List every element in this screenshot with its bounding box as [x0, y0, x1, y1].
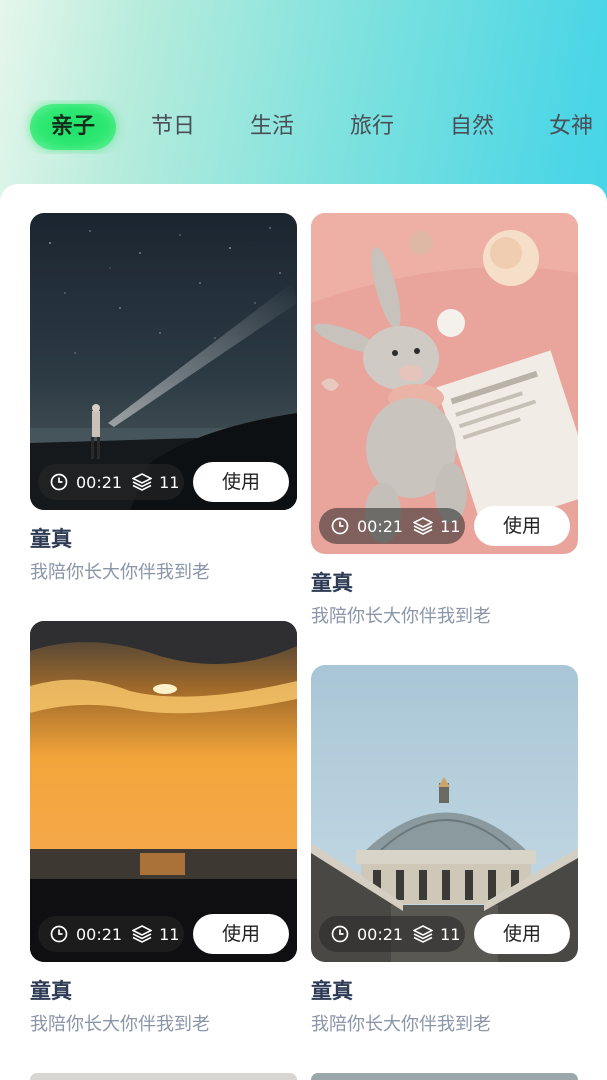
- category-tabs: 亲子 节日 生活 旅行 自然 女神: [0, 100, 607, 154]
- clock-icon: [50, 925, 68, 943]
- template-meta-badge: 00:21 11: [38, 916, 184, 952]
- template-meta-badge: 00:21 11: [319, 508, 465, 544]
- duration-text: 00:21: [76, 924, 123, 944]
- template-card-partial[interactable]: [30, 1073, 297, 1080]
- template-thumbnail[interactable]: 00:21 11 使用: [311, 213, 578, 554]
- template-thumbnail[interactable]: 00:21 11 使用: [311, 665, 578, 962]
- clock-icon: [50, 473, 68, 491]
- layers-count: 11: [440, 924, 461, 944]
- template-title: 童真: [311, 571, 353, 595]
- use-template-button[interactable]: 使用: [193, 462, 289, 502]
- template-subtitle: 我陪你长大你伴我到老: [30, 562, 210, 583]
- clock-icon: [331, 925, 349, 943]
- layers-count: 11: [159, 472, 180, 492]
- layers-icon: [413, 517, 434, 535]
- template-card[interactable]: 00:21 11 使用 童真 我陪你长大你伴我到老: [30, 621, 297, 1038]
- template-card[interactable]: 00:21 11 使用 童真 我陪你长大你伴我到老: [30, 213, 297, 586]
- duration-text: 00:21: [76, 472, 123, 492]
- template-subtitle: 我陪你长大你伴我到老: [311, 606, 491, 627]
- bunny-toy-image: [311, 213, 578, 554]
- layers-icon: [413, 925, 434, 943]
- template-card-partial[interactable]: [311, 1073, 578, 1080]
- clock-icon: [331, 517, 349, 535]
- tab-holiday[interactable]: 节日: [130, 104, 216, 150]
- template-title: 童真: [30, 527, 72, 551]
- template-title: 童真: [311, 979, 353, 1003]
- tab-travel[interactable]: 旅行: [329, 104, 415, 150]
- use-template-button[interactable]: 使用: [474, 506, 570, 546]
- template-card[interactable]: 00:21 11 使用 童真 我陪你长大你伴我到老: [311, 213, 578, 630]
- template-subtitle: 我陪你长大你伴我到老: [30, 1014, 210, 1035]
- template-subtitle: 我陪你长大你伴我到老: [311, 1014, 491, 1035]
- layers-count: 11: [159, 924, 180, 944]
- template-card[interactable]: 00:21 11 使用 童真 我陪你长大你伴我到老: [311, 665, 578, 1038]
- use-template-button[interactable]: 使用: [193, 914, 289, 954]
- layers-icon: [132, 473, 153, 491]
- tab-goddess[interactable]: 女神: [528, 104, 607, 150]
- tab-nature[interactable]: 自然: [429, 104, 515, 150]
- template-title: 童真: [30, 979, 72, 1003]
- template-meta-badge: 00:21 11: [38, 464, 184, 500]
- tab-life[interactable]: 生活: [229, 104, 315, 150]
- duration-text: 00:21: [357, 516, 404, 536]
- duration-text: 00:21: [357, 924, 404, 944]
- layers-icon: [132, 925, 153, 943]
- sunset-sea-image: [30, 621, 297, 962]
- tab-parent-child[interactable]: 亲子: [30, 104, 116, 150]
- template-meta-badge: 00:21 11: [319, 916, 465, 952]
- template-thumbnail[interactable]: 00:21 11 使用: [30, 213, 297, 510]
- layers-count: 11: [440, 516, 461, 536]
- template-thumbnail[interactable]: 00:21 11 使用: [30, 621, 297, 962]
- use-template-button[interactable]: 使用: [474, 914, 570, 954]
